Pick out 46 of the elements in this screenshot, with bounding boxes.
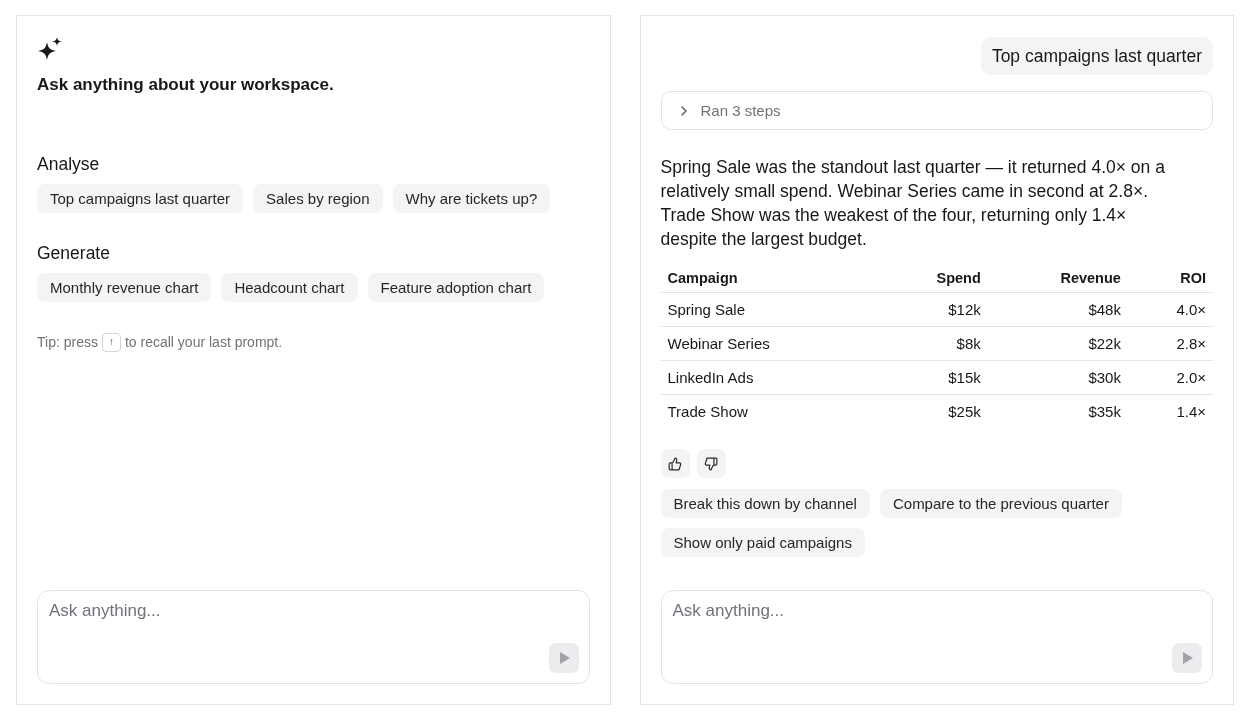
table-cell: $35k — [987, 394, 1128, 428]
table-cell: $15k — [847, 360, 988, 395]
tip-text: to recall your last prompt. — [124, 333, 283, 352]
suggestion-chip[interactable]: Monthly revenue chart — [37, 273, 212, 302]
table-cell: Trade Show — [660, 394, 848, 428]
table-cell: LinkedIn Ads — [660, 360, 848, 395]
thumbs-up-icon — [668, 456, 682, 471]
play-icon — [1183, 652, 1193, 664]
suggestion-chip[interactable]: Feature adoption chart — [367, 273, 545, 302]
thumbs-down-button[interactable] — [696, 449, 726, 478]
section-title: Generate — [37, 242, 110, 265]
table-cell: 2.0× — [1127, 360, 1213, 395]
steps-toggle[interactable]: Ran 3 steps — [660, 91, 1213, 130]
table-cell: $12k — [847, 292, 988, 327]
table-cell: 4.0× — [1127, 292, 1213, 327]
thumbs-up-button[interactable] — [660, 449, 690, 478]
column-header: Spend — [847, 263, 988, 293]
suggestion-chip[interactable]: Show only paid campaigns — [660, 528, 865, 557]
column-header: ROI — [1127, 263, 1213, 293]
tip-text: Tip: press — [37, 333, 98, 352]
message-input[interactable]: Ask anything... — [660, 590, 1213, 684]
table-cell: $22k — [987, 326, 1128, 361]
keyboard-key: ↑ — [101, 332, 121, 352]
suggestion-chip[interactable]: Why are tickets up? — [392, 184, 551, 213]
section-title: Analyse — [37, 153, 100, 176]
table-cell: Spring Sale — [660, 292, 848, 327]
table-cell: $30k — [987, 360, 1128, 395]
suggestion-chip[interactable]: Top campaigns last quarter — [37, 184, 244, 213]
thumbs-down-icon — [704, 456, 718, 471]
table-cell: 2.8× — [1127, 326, 1213, 361]
suggestion-chip[interactable]: Headcount chart — [221, 273, 358, 302]
column-header: Revenue — [987, 263, 1128, 293]
user-message: Top campaigns last quarter — [980, 37, 1213, 75]
suggestion-chip[interactable]: Compare to the previous quarter — [879, 489, 1122, 518]
play-icon — [559, 652, 570, 664]
column-header: Campaign — [660, 263, 848, 293]
suggestion-chip[interactable]: Sales by region — [253, 184, 383, 213]
table-cell: $25k — [847, 394, 988, 428]
suggestion-chip[interactable]: Break this down by channel — [660, 489, 870, 518]
answer-text: Spring Sale was the standout last quarter — it returned 4.0× on a relatively small spend. Webinar Series came in second at 2.8×. Trade Show was the weakest of the four, returning only 1.4× despite the largest budget. — [660, 156, 1166, 251]
table-cell: $48k — [987, 292, 1128, 327]
table-cell: $8k — [847, 326, 988, 361]
table-cell: Webinar Series — [660, 326, 848, 361]
table-cell: 1.4× — [1127, 394, 1213, 428]
message-input[interactable]: Ask anything... — [37, 590, 590, 684]
welcome-heading: Ask anything about your workspace. — [37, 74, 334, 96]
